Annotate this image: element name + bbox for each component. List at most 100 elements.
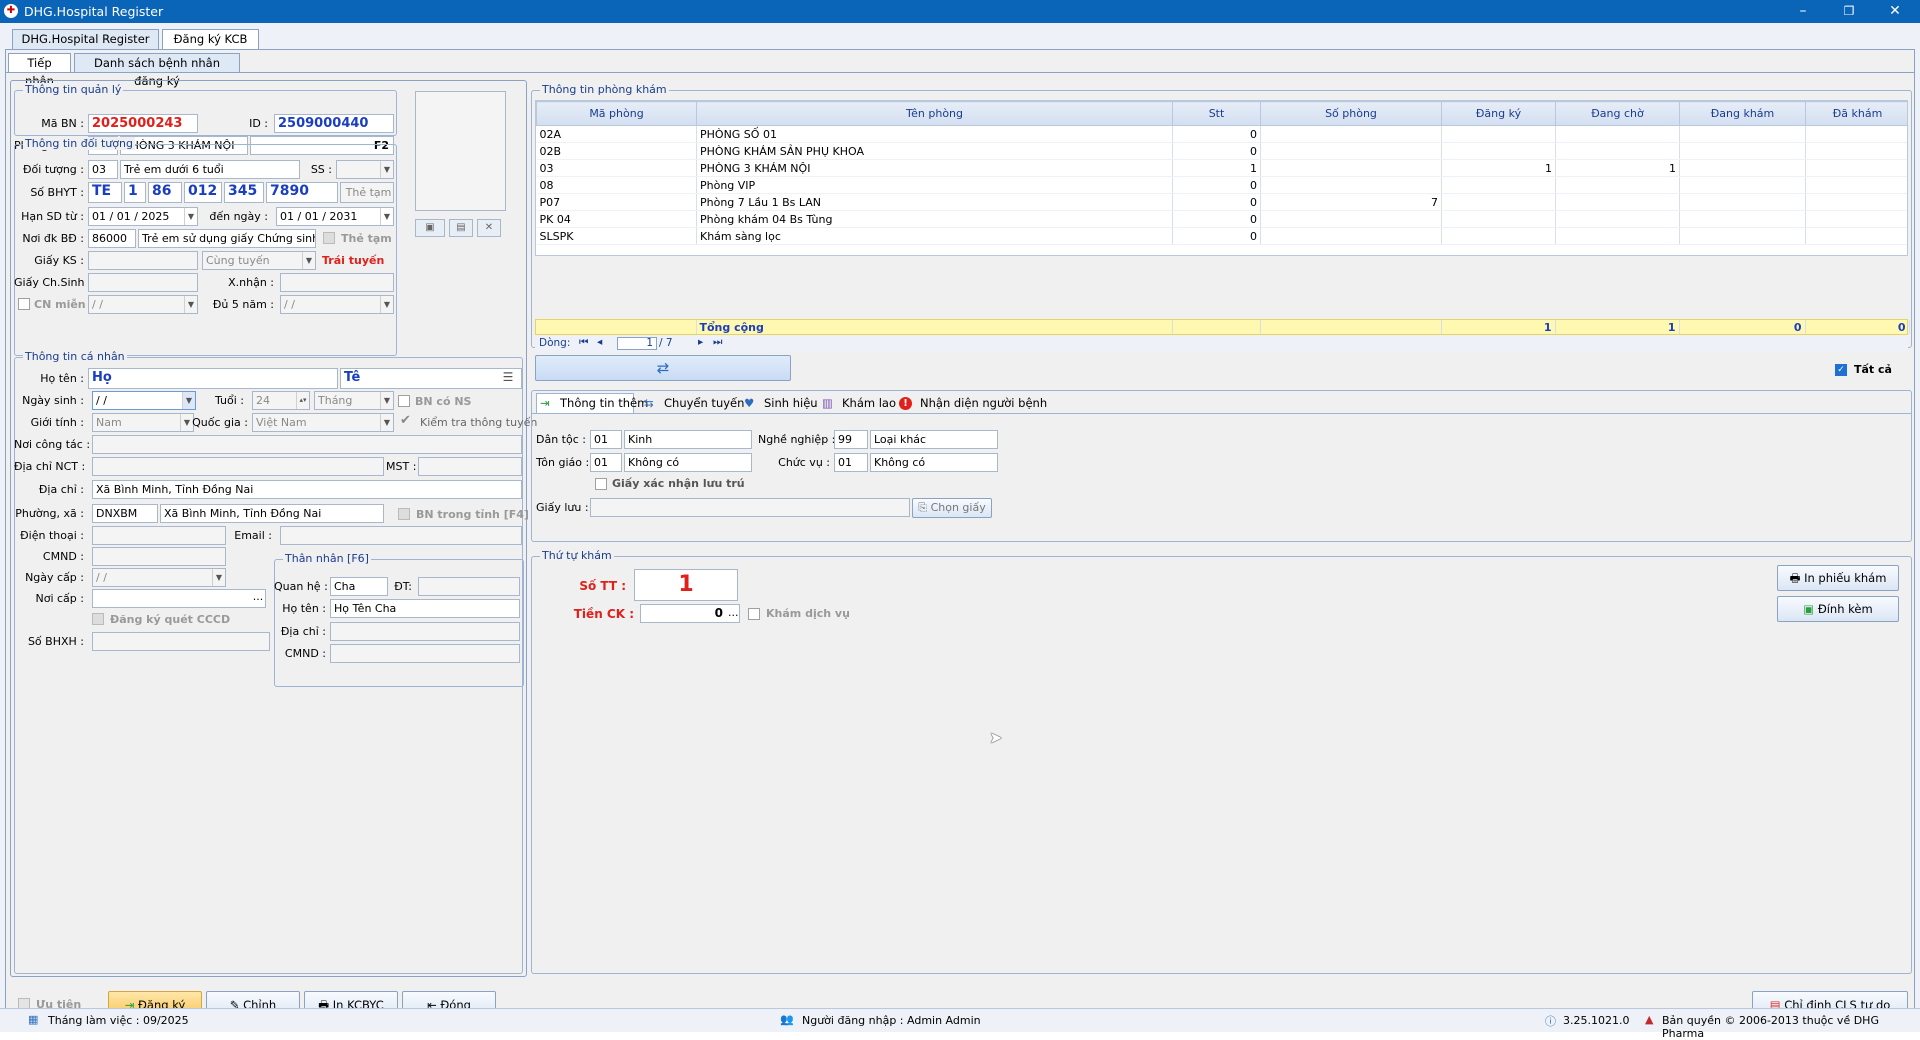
tab-nhan-dien[interactable]: Nhận diện người bệnh <box>920 396 1047 410</box>
dt-field[interactable] <box>418 577 520 596</box>
nav-first-icon[interactable]: ⏮ <box>579 336 588 349</box>
tuyen-select[interactable]: Cùng tuyến ▼ <box>202 251 316 270</box>
table-row[interactable]: 03 PHÒNG 3 KHÁM NỘI 1 1 1 <box>536 159 1907 177</box>
cn-mien-date[interactable]: / / ▼ <box>88 295 198 314</box>
photo-delete-button[interactable]: ✕ <box>477 219 501 237</box>
ten-field[interactable]: Tê <box>340 368 522 389</box>
nghe-nghiep-code[interactable]: 99 <box>834 430 868 449</box>
id-field[interactable]: 2509000440 <box>274 114 394 133</box>
mst-field[interactable] <box>418 457 522 476</box>
nav-prev-icon[interactable]: ◂ <box>597 336 602 348</box>
giay-chsinh-field[interactable] <box>88 273 198 292</box>
ma-bn-field[interactable]: 2025000243 <box>88 114 198 133</box>
so-bhxh-field[interactable] <box>92 632 270 651</box>
bhyt-part-1[interactable]: TE <box>88 182 122 203</box>
more-button[interactable]: ... <box>250 591 266 607</box>
column-header[interactable]: Đã khám <box>1805 101 1907 126</box>
in-phieu-kham-button[interactable]: 🖶 In phiếu khám <box>1777 565 1899 591</box>
ton-giao-name[interactable]: Không có <box>624 453 752 472</box>
than-nhan-dia-chi-field[interactable] <box>330 622 520 641</box>
nav-last-icon[interactable]: ⏭ <box>713 336 722 349</box>
ho-field[interactable]: Họ <box>88 368 338 389</box>
ngay-cap-date[interactable]: / / ▼ <box>92 568 226 587</box>
noi-dk-name[interactable]: Trẻ em sử dụng giấy Chứng sinh - Kh <box>138 229 316 248</box>
kiem-tra-button[interactable]: Kiểm tra thông tuyến <box>420 416 537 429</box>
than-nhan-cmnd-field[interactable] <box>330 644 520 663</box>
column-header[interactable]: Đăng ký <box>1441 101 1556 126</box>
chon-giay-button[interactable]: ⎘ Chọn giấy <box>912 498 992 518</box>
bhyt-part-2[interactable]: 1 <box>124 182 146 203</box>
table-row[interactable]: PK 04 Phòng khám 04 Bs Tùng 0 <box>536 210 1907 228</box>
refresh-button[interactable]: ⇄ <box>535 355 791 381</box>
tab-chuyen-tuyen[interactable]: Chuyển tuyến <box>664 396 744 410</box>
table-row[interactable]: 02B PHÒNG KHÁM SẢN PHỤ KHOA 0 <box>536 142 1907 160</box>
table-row[interactable]: 02A PHÒNG SỐ 01 0 <box>536 125 1907 143</box>
column-header[interactable]: Mã phòng <box>536 101 697 126</box>
nghe-nghiep-name[interactable]: Loại khác <box>870 430 998 449</box>
dia-chi-field[interactable]: Xã Bình Minh, Tỉnh Đồng Nai <box>92 480 522 499</box>
quoc-gia-select[interactable]: Việt Nam ▼ <box>252 413 394 432</box>
doi-tuong-name[interactable]: Trẻ em dưới 6 tuổi <box>120 160 300 179</box>
column-header[interactable]: Tên phòng <box>696 101 1173 126</box>
noi-cap-field[interactable] <box>92 589 266 608</box>
phuong-xa-code[interactable]: DNXBM <box>92 504 158 523</box>
email-field[interactable] <box>280 526 522 545</box>
nav-next-icon[interactable]: ▸ <box>698 336 703 348</box>
restore-button[interactable]: ❐ <box>1826 0 1872 23</box>
bn-co-ns-checkbox[interactable] <box>398 395 410 407</box>
dinh-kem-button[interactable]: ▣ Đính kèm <box>1777 596 1899 622</box>
bhyt-part-5[interactable]: 345 <box>224 182 264 203</box>
table-row[interactable]: 08 Phòng VIP 0 <box>536 176 1907 194</box>
phuong-xa-name[interactable]: Xã Bình Minh, Tỉnh Đồng Nai <box>160 504 384 523</box>
table-row[interactable]: P07 Phòng 7 Lầu 1 Bs LAN 0 7 <box>536 193 1907 211</box>
close-button[interactable]: ✕ <box>1872 0 1918 23</box>
chuc-vu-code[interactable]: 01 <box>834 453 868 472</box>
bn-trong-tinh-checkbox[interactable] <box>398 508 410 520</box>
gioi-tinh-select[interactable]: Nam ▼ <box>92 413 194 432</box>
kham-dich-vu-checkbox[interactable] <box>748 608 760 620</box>
tab-dang-ky-kcb[interactable]: Đăng ký KCB <box>162 29 259 49</box>
tien-ck-more-icon[interactable]: ... <box>728 606 739 619</box>
tuoi-spinner[interactable]: 24 ▴▾ <box>252 391 310 410</box>
column-header[interactable]: Stt <box>1172 101 1261 126</box>
han-from-date[interactable]: 01 / 01 / 2025 ▼ <box>88 207 198 226</box>
column-header[interactable]: Đang khám <box>1679 101 1806 126</box>
noi-dk-code[interactable]: 86000 <box>88 229 136 248</box>
dien-thoai-field[interactable] <box>92 526 226 545</box>
xnhan-field[interactable] <box>280 273 394 292</box>
giay-luu-field[interactable] <box>590 498 910 517</box>
han-to-date[interactable]: 01 / 01 / 2031 ▼ <box>276 207 394 226</box>
dan-toc-name[interactable]: Kinh <box>624 430 752 449</box>
noi-cong-tac-field[interactable] <box>92 435 522 454</box>
giay-xac-nhan-checkbox[interactable] <box>595 478 607 490</box>
bhyt-part-4[interactable]: 012 <box>184 182 222 203</box>
tab-danh-sach[interactable]: Danh sách bệnh nhân đăng ký <box>74 53 240 88</box>
ss-select[interactable]: ▼ <box>336 160 394 179</box>
cn-mien-checkbox[interactable] <box>18 298 30 310</box>
the-tam-checkbox[interactable] <box>323 232 335 244</box>
tab-kham-lao[interactable]: Khám lao <box>842 396 896 410</box>
tat-ca-checkbox[interactable]: ✓ <box>1835 364 1847 376</box>
bhyt-part-6[interactable]: 7890 <box>266 182 338 203</box>
table-row[interactable]: SLSPK Khám sàng lọc 0 <box>536 227 1907 245</box>
tien-ck-field[interactable]: 0 <box>640 604 740 623</box>
du5nam-date[interactable]: / / ▼ <box>280 295 394 314</box>
tab-sinh-hieu[interactable]: Sinh hiệu <box>764 396 818 410</box>
column-header[interactable]: Số phòng <box>1260 101 1442 126</box>
column-header[interactable]: Đang chờ <box>1555 101 1680 126</box>
keyboard-icon[interactable]: ☰ <box>498 370 518 386</box>
chuc-vu-name[interactable]: Không có <box>870 453 998 472</box>
giay-ks-field[interactable] <box>88 251 198 270</box>
dk-quet-checkbox[interactable] <box>92 613 104 625</box>
thang-select[interactable]: Tháng ▼ <box>314 391 394 410</box>
tab-tiep-nhan[interactable]: Tiếp nhận <box>8 53 71 88</box>
doi-tuong-code[interactable]: 03 <box>88 160 118 179</box>
bhyt-part-3[interactable]: 86 <box>148 182 182 203</box>
ton-giao-code[interactable]: 01 <box>590 453 622 472</box>
dan-toc-code[interactable]: 01 <box>590 430 622 449</box>
photo-capture-button[interactable]: ▣ <box>415 219 445 237</box>
photo-browse-button[interactable]: ▤ <box>449 219 473 237</box>
dia-chi-nct-field[interactable] <box>92 457 384 476</box>
the-tam-button[interactable]: Thẻ tạm <box>340 182 394 203</box>
cmnd-field[interactable] <box>92 547 226 566</box>
